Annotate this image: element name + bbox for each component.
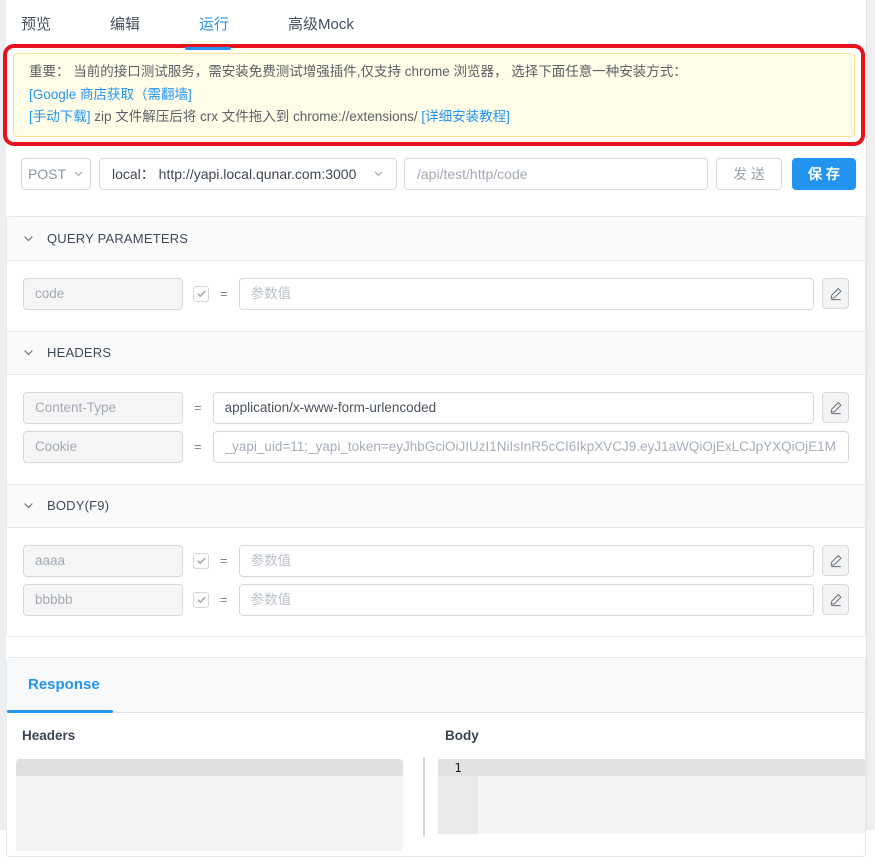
check-icon bbox=[196, 594, 207, 605]
request-path-input[interactable] bbox=[404, 158, 708, 190]
equals-sign: = bbox=[220, 592, 228, 607]
response-headers-column: Headers bbox=[15, 725, 403, 851]
equals-sign: = bbox=[194, 400, 202, 415]
response-headers-label: Headers bbox=[22, 728, 403, 743]
edit-value-button[interactable] bbox=[822, 545, 849, 576]
method-select-value: POST bbox=[28, 166, 66, 182]
chevron-down-icon bbox=[373, 168, 384, 179]
header-value-input[interactable] bbox=[213, 392, 814, 424]
tab-edit[interactable]: 编辑 bbox=[110, 0, 140, 47]
param-key-input[interactable] bbox=[23, 545, 183, 577]
param-enabled-checkbox[interactable] bbox=[193, 592, 209, 608]
alert-line-3: [手动下载] zip 文件解压后将 crx 文件拖入到 chrome://ext… bbox=[29, 106, 839, 129]
response-body-editor[interactable]: 1 bbox=[438, 759, 865, 834]
editor-active-line: 1 bbox=[438, 759, 865, 776]
header-key-input[interactable] bbox=[23, 431, 183, 463]
header-value-input[interactable] bbox=[213, 431, 849, 463]
chevron-down-icon bbox=[23, 347, 34, 358]
editor-gutter bbox=[438, 776, 478, 834]
response-body-label: Body bbox=[445, 728, 865, 743]
headers-rows: = = bbox=[7, 375, 865, 484]
response-headers-textarea-body bbox=[16, 776, 403, 851]
body-section-header[interactable]: BODY(F9) bbox=[7, 484, 865, 528]
response-headers-textarea-top bbox=[16, 759, 403, 776]
headers-section-title: HEADERS bbox=[47, 345, 111, 360]
body-param-row: = bbox=[23, 545, 849, 577]
query-parameters-rows: = bbox=[7, 261, 865, 331]
environment-select[interactable]: local： http://yapi.local.qunar.com:3000 bbox=[99, 158, 397, 190]
param-key-input[interactable] bbox=[23, 584, 183, 616]
editor-code-area[interactable] bbox=[478, 776, 865, 834]
tab-run[interactable]: 运行 bbox=[199, 0, 229, 47]
editor-body bbox=[438, 776, 865, 834]
query-parameters-title: QUERY PARAMETERS bbox=[47, 231, 188, 246]
editor-line-number: 1 bbox=[438, 759, 478, 776]
top-tab-bar: 预览 编辑 运行 高级Mock bbox=[6, 0, 866, 47]
pencil-icon bbox=[829, 286, 843, 301]
chevron-down-icon bbox=[23, 500, 34, 511]
request-sections-panel: QUERY PARAMETERS = HEADERS bbox=[6, 216, 866, 637]
query-param-row: = bbox=[23, 278, 849, 310]
body-section-title: BODY(F9) bbox=[47, 498, 109, 513]
response-body-column: Body 1 bbox=[438, 725, 865, 851]
page-scrollbar[interactable] bbox=[866, 0, 875, 830]
response-tab-bar: Response bbox=[7, 658, 865, 713]
param-enabled-checkbox[interactable] bbox=[193, 286, 209, 302]
request-bar: POST local： http://yapi.local.qunar.com:… bbox=[6, 158, 866, 190]
column-divider bbox=[423, 757, 425, 837]
param-value-input[interactable] bbox=[239, 584, 814, 616]
chevron-down-icon bbox=[73, 168, 84, 179]
send-button[interactable]: 发 送 bbox=[716, 158, 782, 190]
param-key-input[interactable] bbox=[23, 278, 183, 310]
response-tab-ink-bar bbox=[7, 710, 113, 713]
alert-line-1: 重要： 当前的接口测试服务，需安装免费测试增强插件,仅支持 chrome 浏览器… bbox=[29, 61, 839, 84]
check-icon bbox=[196, 555, 207, 566]
edit-value-button[interactable] bbox=[822, 584, 849, 615]
tab-response[interactable]: Response bbox=[7, 657, 114, 712]
body-rows: = = bbox=[7, 528, 865, 636]
equals-sign: = bbox=[220, 286, 228, 301]
query-parameters-header[interactable]: QUERY PARAMETERS bbox=[7, 217, 865, 261]
install-plugin-alert: 重要： 当前的接口测试服务，需安装免费测试增强插件,仅支持 chrome 浏览器… bbox=[13, 53, 855, 137]
manual-download-link[interactable]: [手动下载] bbox=[29, 109, 91, 124]
main-content: 预览 编辑 运行 高级Mock 重要： 当前的接口测试服务，需安装免费测试增强插… bbox=[6, 0, 866, 857]
chevron-down-icon bbox=[23, 233, 34, 244]
equals-sign: = bbox=[194, 439, 202, 454]
param-value-input[interactable] bbox=[239, 278, 814, 310]
param-value-input[interactable] bbox=[239, 545, 814, 577]
pencil-icon bbox=[829, 592, 843, 607]
headers-section-header[interactable]: HEADERS bbox=[7, 331, 865, 375]
tab-advanced-mock[interactable]: 高级Mock bbox=[288, 0, 354, 47]
equals-sign: = bbox=[220, 553, 228, 568]
check-icon bbox=[196, 288, 207, 299]
header-row-cookie: = bbox=[23, 431, 849, 463]
body-param-row: = bbox=[23, 584, 849, 616]
pencil-icon bbox=[829, 400, 843, 415]
response-headers-textarea[interactable] bbox=[16, 759, 403, 851]
edit-value-button[interactable] bbox=[822, 392, 849, 423]
install-tutorial-link[interactable]: [详细安装教程] bbox=[421, 109, 510, 124]
param-enabled-checkbox[interactable] bbox=[193, 553, 209, 569]
red-annotation-box: 重要： 当前的接口测试服务，需安装免费测试增强插件,仅支持 chrome 浏览器… bbox=[3, 44, 865, 146]
header-row-content-type: = bbox=[23, 392, 849, 424]
google-store-link[interactable]: [Google 商店获取（需翻墙] bbox=[29, 87, 192, 102]
environment-select-value: local： http://yapi.local.qunar.com:3000 bbox=[112, 164, 373, 184]
response-panel: Response Headers Body 1 bbox=[6, 657, 866, 857]
edit-value-button[interactable] bbox=[822, 278, 849, 309]
tab-preview[interactable]: 预览 bbox=[21, 0, 51, 47]
method-select[interactable]: POST bbox=[21, 158, 91, 190]
manual-download-text: zip 文件解压后将 crx 文件拖入到 chrome://extensions… bbox=[91, 109, 422, 124]
alert-line-2: [Google 商店获取（需翻墙] bbox=[29, 84, 839, 107]
header-key-input[interactable] bbox=[23, 392, 183, 424]
save-button[interactable]: 保 存 bbox=[792, 158, 856, 190]
pencil-icon bbox=[829, 553, 843, 568]
